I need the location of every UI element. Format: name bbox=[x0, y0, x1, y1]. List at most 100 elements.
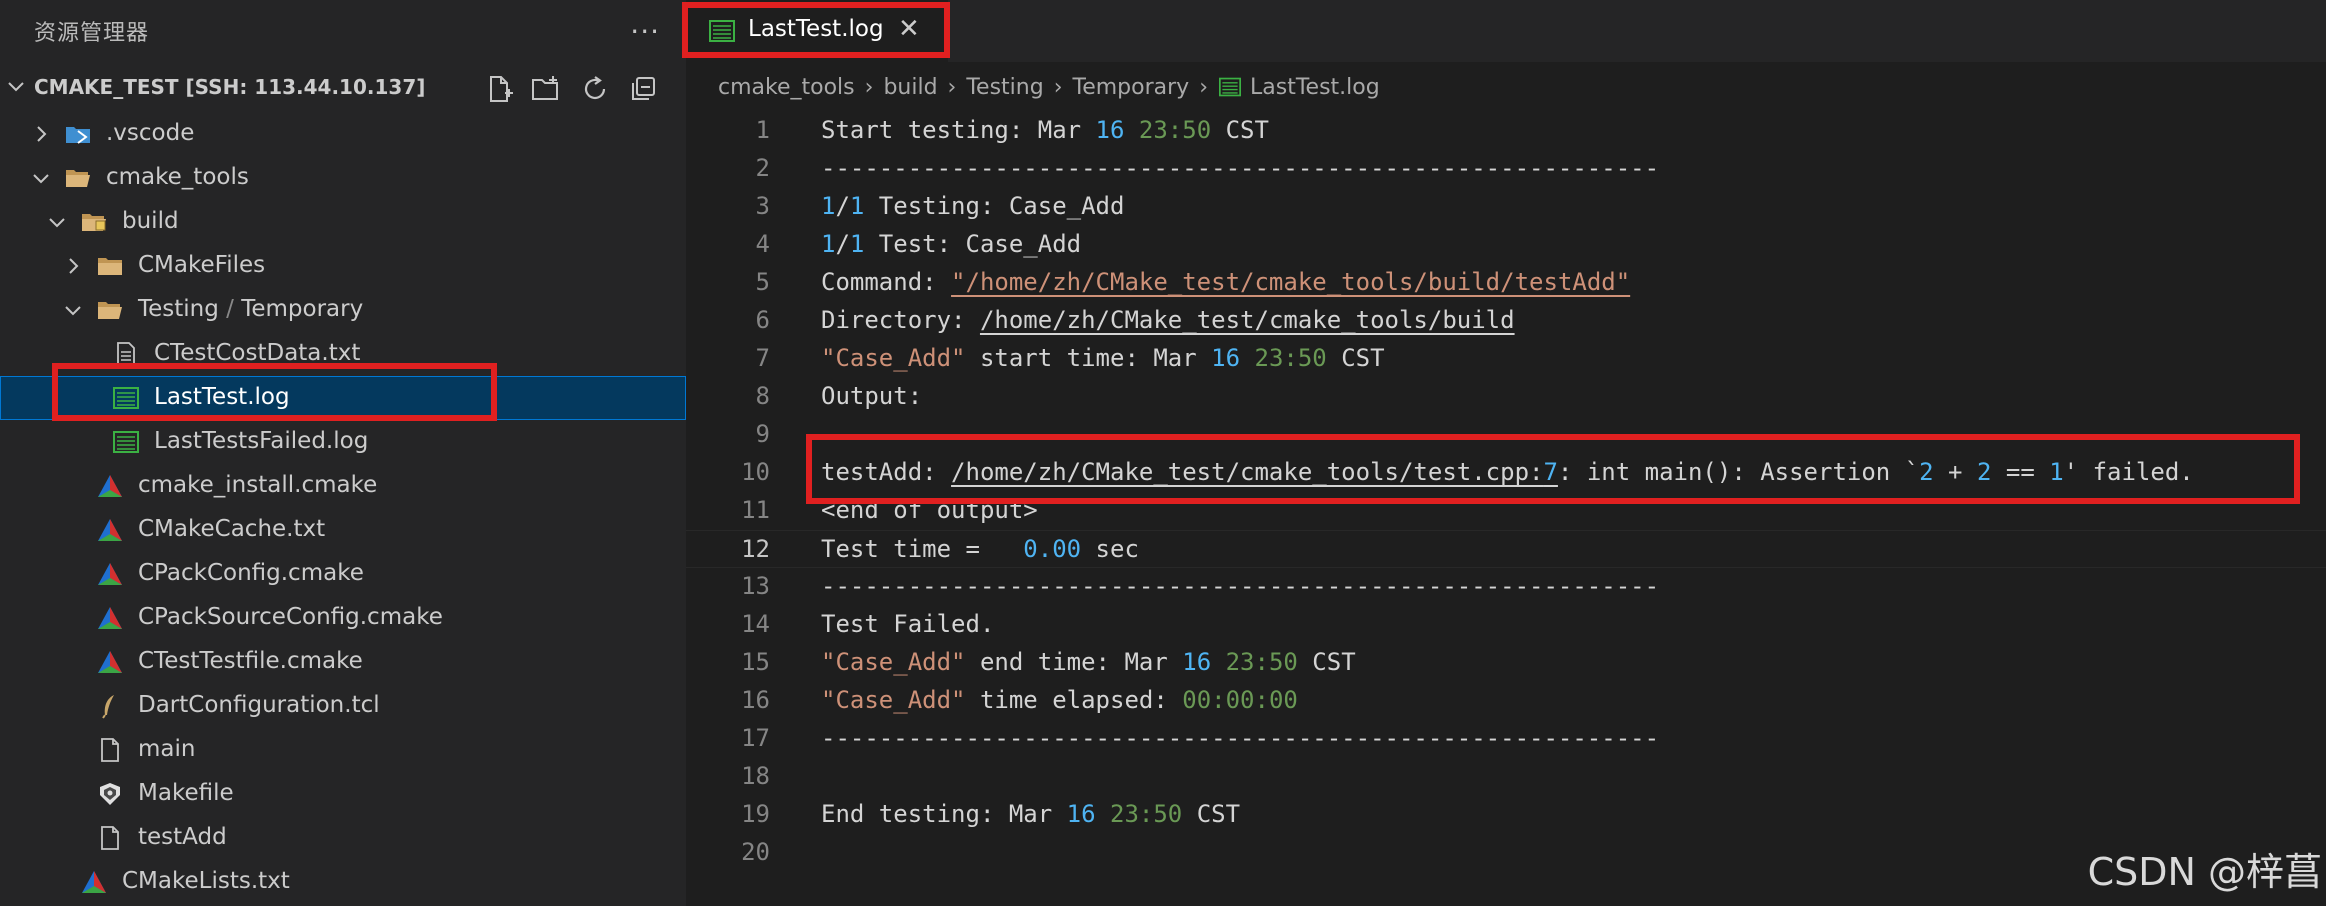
line-text: ----------------------------------------… bbox=[821, 154, 1660, 182]
line-text: Output: bbox=[821, 382, 923, 410]
tree-item-label: build bbox=[122, 208, 179, 234]
cmake-icon bbox=[98, 475, 122, 497]
token: CST bbox=[1211, 116, 1269, 144]
log-file-icon bbox=[113, 431, 139, 453]
code-line: 7 "Case_Add" start time: Mar 16 23:50 CS… bbox=[686, 340, 2326, 378]
token-path-link[interactable]: /home/zh/CMake_test/cmake_tools/build bbox=[980, 306, 1515, 334]
tree-item-lasttestsfailed-log[interactable]: LastTestsFailed.log bbox=[0, 420, 686, 464]
workspace-folder-row[interactable]: CMAKE_TEST [SSH: 113.44.10.137] bbox=[0, 62, 686, 112]
tree-item-label: testAdd bbox=[138, 824, 227, 850]
tree-item-testadd[interactable]: testAdd bbox=[0, 816, 686, 860]
tab-label: LastTest.log bbox=[748, 16, 884, 42]
tree-item-build[interactable]: build bbox=[0, 200, 686, 244]
tree-item-cmakelists[interactable]: CMakeLists.txt bbox=[0, 860, 686, 904]
token-path-link[interactable]: /home/zh/CMake_test/cmake_tools/test.cpp… bbox=[951, 458, 1543, 486]
chevron-down-icon bbox=[33, 174, 49, 184]
line-text: Directory: /home/zh/CMake_test/cmake_too… bbox=[821, 306, 1515, 334]
token: CST bbox=[1182, 800, 1241, 828]
tree-item-ctestcostdata[interactable]: CTestCostData.txt bbox=[0, 332, 686, 376]
token-number: 16 bbox=[1066, 800, 1096, 828]
line-number: 18 bbox=[741, 762, 770, 790]
tree-item-label: CTestTestfile.cmake bbox=[138, 648, 363, 674]
chevron-down-icon bbox=[65, 306, 81, 316]
token: end time: Mar bbox=[965, 648, 1183, 676]
cmake-icon bbox=[98, 563, 122, 585]
line-number: 14 bbox=[741, 610, 770, 638]
open-folder-icon bbox=[66, 170, 90, 187]
line-text: 1/1 Test: Case_Add bbox=[821, 230, 1081, 258]
tree-item-label: Makefile bbox=[138, 780, 234, 806]
breadcrumb-item[interactable]: Temporary bbox=[1073, 75, 1190, 100]
log-file-icon bbox=[1219, 77, 1242, 97]
token: testAdd: bbox=[821, 458, 952, 486]
breadcrumb-file[interactable]: LastTest.log bbox=[1218, 75, 1380, 100]
chevron-down-icon bbox=[49, 218, 65, 228]
line-number: 1 bbox=[755, 116, 770, 144]
tree-item-cmakecache[interactable]: CMakeCache.txt bbox=[0, 508, 686, 552]
token-string-link[interactable]: "/home/zh/CMake_test/cmake_tools/build/t… bbox=[951, 268, 1630, 296]
refresh-button[interactable] bbox=[578, 72, 612, 106]
new-folder-button[interactable] bbox=[530, 72, 564, 106]
token-number: 2 bbox=[1919, 458, 1934, 486]
tree-item-makefile[interactable]: Makefile bbox=[0, 772, 686, 816]
code-line: 10 testAdd: /home/zh/CMake_test/cmake_to… bbox=[686, 454, 2326, 492]
file-icon bbox=[101, 826, 119, 850]
token: Start testing: Mar bbox=[821, 116, 1096, 144]
token-time: 23:50 bbox=[1110, 800, 1183, 828]
code-line: 8 Output: bbox=[686, 378, 2326, 416]
tree-item-vscode[interactable]: .vscode bbox=[0, 112, 686, 156]
line-text: End testing: Mar 16 23:50 CST bbox=[821, 800, 1240, 828]
breadcrumb-item[interactable]: cmake_tools bbox=[718, 75, 855, 100]
tree-item-cmake-tools[interactable]: cmake_tools bbox=[0, 156, 686, 200]
workspace-name: CMAKE_TEST [SSH: 113.44.10.137] bbox=[34, 75, 426, 99]
workspace-actions bbox=[482, 72, 660, 106]
close-icon[interactable]: ✕ bbox=[898, 14, 920, 44]
path-separator: / bbox=[218, 296, 242, 322]
token: Testing: Case_Add bbox=[864, 192, 1125, 220]
tree-item-testing-temporary[interactable]: Testing / Temporary bbox=[0, 288, 686, 332]
new-file-button[interactable] bbox=[482, 72, 516, 106]
line-number: 4 bbox=[755, 230, 770, 258]
code-line: 6 Directory: /home/zh/CMake_test/cmake_t… bbox=[686, 302, 2326, 340]
token: CST bbox=[1297, 648, 1356, 676]
code-editor[interactable]: 1 Start testing: Mar 16 23:50 CST 2 ----… bbox=[686, 112, 2326, 906]
tree-item-label: Testing / Temporary bbox=[138, 296, 363, 322]
line-number: 8 bbox=[755, 382, 770, 410]
tree-item-dartconfiguration[interactable]: DartConfiguration.tcl bbox=[0, 684, 686, 728]
cmake-icon bbox=[98, 607, 122, 629]
line-number: 3 bbox=[755, 192, 770, 220]
watermark: CSDN @梓菖 bbox=[2087, 850, 2322, 894]
new-folder-icon bbox=[532, 76, 558, 100]
code-line: 5 Command: "/home/zh/CMake_test/cmake_to… bbox=[686, 264, 2326, 302]
code-line: 9 --------------------------------------… bbox=[686, 416, 2326, 454]
token-number[interactable]: 7 bbox=[1543, 458, 1557, 486]
tree-item-main[interactable]: main bbox=[0, 728, 686, 772]
open-folder-icon bbox=[98, 302, 122, 319]
token-time: 23:50 bbox=[1254, 344, 1327, 372]
tree-item-ctesttestfile[interactable]: CTestTestfile.cmake bbox=[0, 640, 686, 684]
cmake-icon bbox=[98, 651, 122, 673]
token-time: 00:00:00 bbox=[1182, 686, 1298, 714]
tree-item-label: .vscode bbox=[106, 120, 195, 146]
collapse-all-button[interactable] bbox=[626, 72, 660, 106]
token-number: 1 bbox=[849, 230, 865, 258]
more-actions-icon[interactable]: ··· bbox=[630, 15, 660, 48]
code-line: 20 bbox=[686, 834, 2326, 872]
tree-item-cmake-install[interactable]: cmake_install.cmake bbox=[0, 464, 686, 508]
tree-item-cpackconfig[interactable]: CPackConfig.cmake bbox=[0, 552, 686, 596]
chevron-right-icon: › bbox=[864, 74, 874, 100]
path-segment: Temporary bbox=[241, 296, 364, 322]
tab-lasttest-log[interactable]: LastTest.log ✕ bbox=[686, 0, 948, 62]
tree-item-lasttest-log[interactable]: LastTest.log bbox=[0, 376, 686, 420]
breadcrumb-item[interactable]: Testing bbox=[966, 75, 1043, 100]
line-number: 13 bbox=[741, 572, 770, 600]
code-line: 18 bbox=[686, 758, 2326, 796]
tree-item-cmakefiles[interactable]: CMakeFiles bbox=[0, 244, 686, 288]
explorer-title: 资源管理器 bbox=[34, 21, 150, 46]
tree-item-cpacksourceconfig[interactable]: CPackSourceConfig.cmake bbox=[0, 596, 686, 640]
breadcrumb-item[interactable]: build bbox=[883, 75, 937, 100]
line-text: "Case_Add" start time: Mar 16 23:50 CST bbox=[821, 344, 1385, 372]
token: == bbox=[1991, 458, 2050, 486]
